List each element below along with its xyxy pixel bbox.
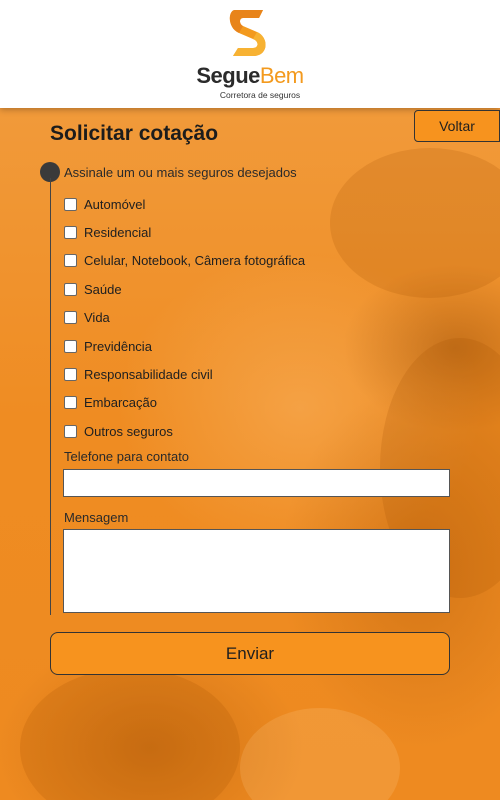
option-automovel[interactable]: Automóvel	[64, 190, 305, 218]
option-responsabilidade-civil[interactable]: Responsabilidade civil	[64, 360, 305, 388]
checkbox[interactable]	[64, 197, 77, 211]
checkbox[interactable]	[64, 282, 77, 296]
option-label: Previdência	[84, 338, 152, 354]
phone-label: Telefone para contato	[64, 449, 190, 464]
option-label: Embarcação	[84, 395, 157, 411]
phone-input[interactable]	[63, 469, 450, 497]
option-outros-seguros[interactable]: Outros seguros	[64, 417, 305, 445]
option-saude[interactable]: Saúde	[64, 275, 305, 303]
option-label: Saúde	[84, 281, 122, 297]
brand-name: SegueBem	[0, 64, 500, 88]
checkbox[interactable]	[64, 396, 77, 410]
option-residencial[interactable]: Residencial	[64, 218, 305, 246]
option-previdencia[interactable]: Previdência	[64, 332, 305, 360]
option-label: Residencial	[84, 225, 152, 241]
option-eletronicos[interactable]: Celular, Notebook, Câmera fotográfica	[64, 247, 305, 275]
option-vida[interactable]: Vida	[64, 304, 305, 332]
submit-button[interactable]: Enviar	[50, 632, 450, 675]
checkbox[interactable]	[64, 254, 77, 268]
checkbox[interactable]	[64, 339, 77, 353]
option-label: Automóvel	[84, 196, 146, 212]
option-label: Responsabilidade civil	[84, 367, 213, 383]
checkbox[interactable]	[64, 311, 77, 325]
segue-bem-logo-icon	[229, 10, 266, 56]
message-label: Mensagem	[64, 510, 129, 525]
option-label: Celular, Notebook, Câmera fotográfica	[84, 253, 306, 269]
brand-name-light: Bem	[259, 63, 304, 88]
checkbox[interactable]	[64, 368, 77, 382]
timeline-line	[50, 178, 51, 615]
insurance-prompt: Assinale um ou mais seguros desejados	[64, 165, 297, 180]
checkbox[interactable]	[64, 424, 77, 438]
option-label: Vida	[84, 310, 110, 326]
app-header: SegueBem Corretora de seguros	[0, 0, 500, 108]
option-label: Outros seguros	[84, 423, 173, 439]
back-button[interactable]: Voltar	[414, 110, 500, 142]
option-embarcacao[interactable]: Embarcação	[64, 389, 305, 417]
insurance-options-list: Automóvel Residencial Celular, Notebook,…	[64, 190, 305, 446]
checkbox[interactable]	[64, 226, 77, 240]
brand-name-bold: Segue	[196, 63, 260, 88]
brand-tagline: Corretora de seguros	[219, 90, 301, 100]
page-title: Solicitar cotação	[50, 122, 219, 145]
message-textarea[interactable]	[63, 529, 450, 613]
